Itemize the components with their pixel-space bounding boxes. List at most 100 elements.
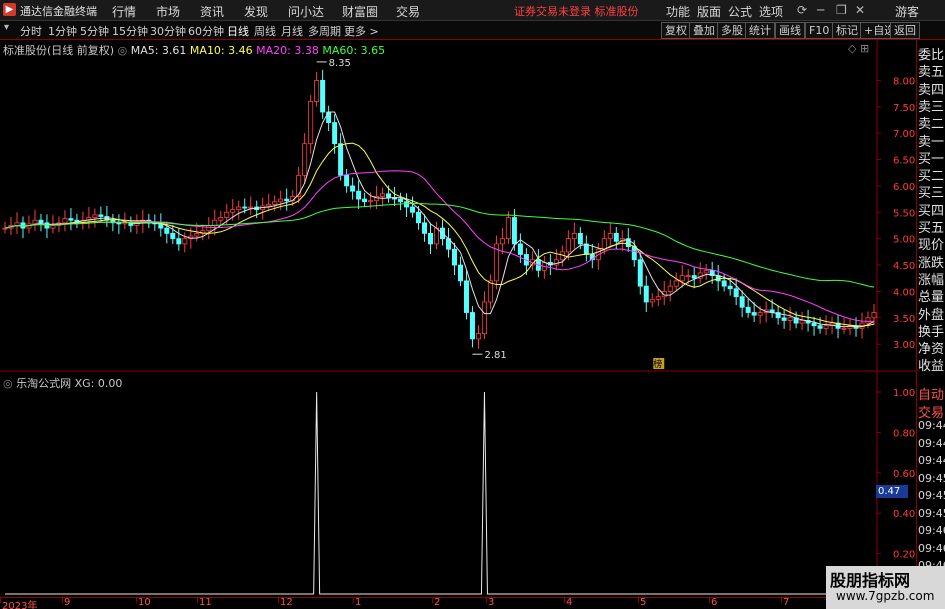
quote-field-label: 外盘 [918, 307, 945, 321]
low-price-label: 2.81 [484, 350, 506, 361]
trade-panel-label[interactable]: 交易 [918, 402, 945, 419]
candle-body [62, 218, 68, 224]
date-label: 3 [488, 597, 495, 608]
duogu-button[interactable]: 多股 [717, 22, 747, 39]
period-more[interactable]: 更多 > [344, 23, 379, 39]
settings-icon[interactable]: ▾ [4, 22, 9, 33]
quote-field-label: 卖三 [918, 99, 945, 113]
back-button[interactable]: 返回 [890, 22, 920, 39]
candle-body [607, 232, 613, 240]
candle-body [320, 79, 326, 113]
tick-time: 09:46 [918, 524, 945, 537]
period-fenshi[interactable]: 分时 [20, 23, 42, 39]
cursor-value-badge: 0.47 [876, 485, 908, 498]
date-tick [136, 597, 137, 603]
period-30min[interactable]: 30分钟 [150, 23, 186, 39]
f10-button[interactable]: F10 [805, 22, 834, 39]
candle-body [314, 79, 320, 102]
menu-shichang[interactable]: 市场 [156, 3, 180, 20]
candle-body [344, 174, 350, 187]
date-label: 9 [64, 597, 71, 608]
refresh-icon[interactable]: ⟳ [797, 3, 807, 17]
menu-zixun[interactable]: 资讯 [200, 3, 224, 20]
candle-body [721, 280, 727, 287]
date-tick [564, 597, 565, 603]
period-5min[interactable]: 5分钟 [80, 23, 109, 39]
biaoji-button[interactable]: 标记 [832, 22, 862, 39]
diejia-button[interactable]: 叠加 [689, 22, 719, 39]
quote-field-label: 换手 [918, 324, 945, 338]
quote-field-label: 买五 [918, 221, 945, 234]
guest-button[interactable]: 游客 [895, 3, 919, 20]
period-weekly[interactable]: 周线 [254, 23, 276, 39]
candle-body [92, 214, 98, 218]
stock-name-label[interactable]: 标准股份(日线 前复权) [3, 44, 114, 57]
candle-body [505, 217, 511, 240]
date-label: 1 [355, 597, 362, 608]
tongji-button[interactable]: 统计 [745, 22, 775, 39]
candle-body [308, 101, 314, 145]
menu-faxian[interactable]: 发现 [244, 3, 268, 20]
trade-login-notice[interactable]: 证券交易未登录 标准股份 [514, 3, 639, 19]
chart-options-icon[interactable]: ◇ ⊞ [848, 42, 869, 55]
candle-body [230, 209, 236, 213]
fuquan-button[interactable]: 复权 [661, 22, 691, 39]
candle-body [757, 312, 763, 316]
period-15min[interactable]: 15分钟 [112, 23, 148, 39]
candle-body [416, 211, 422, 224]
quote-field-label: 收益 [918, 359, 945, 373]
period-1min[interactable]: 1分钟 [48, 23, 77, 39]
date-tick [197, 597, 198, 603]
candle-body [667, 285, 673, 292]
close-icon[interactable]: ✕ [855, 3, 865, 17]
candle-body [44, 222, 50, 229]
period-multi[interactable]: 多周期 [308, 23, 341, 39]
candle-body [248, 206, 254, 209]
sub-indicator-label: 乐淘公式网 XG: 0.00 [16, 377, 123, 390]
watermark-title: 股朋指标网 [830, 571, 911, 590]
menu-banmian[interactable]: 版面 [697, 3, 721, 20]
period-60min[interactable]: 60分钟 [188, 23, 224, 39]
candle-body [787, 317, 793, 321]
sub-ytick-label: 0.40 [893, 509, 915, 520]
candle-body [380, 193, 386, 197]
quote-field-label: 卖四 [918, 82, 945, 96]
candle-body [637, 259, 643, 287]
candle-body [511, 217, 517, 245]
candle-body [410, 206, 416, 213]
xg-indicator-chart[interactable]: 0.20 0.40 0.60 0.80 1.00 [0, 372, 918, 597]
ma60-value: MA60: 3.65 [322, 44, 386, 57]
period-monthly[interactable]: 月线 [281, 23, 303, 39]
date-tick [781, 597, 782, 603]
candle-body [296, 174, 302, 197]
main-ytick-label: 7.50 [893, 103, 915, 114]
menu-gongshi[interactable]: 公式 [728, 3, 752, 20]
ma10-value: MA10: 3.46 [189, 44, 253, 57]
candle-body [817, 325, 823, 329]
date-tick [278, 597, 279, 603]
menu-xuanxiang[interactable]: 选项 [759, 3, 783, 20]
kline-chart[interactable]: 3.00 3.50 4.00 4.50 5.00 5.50 6.00 6.50 7.00 7.50… [0, 40, 918, 372]
menu-jiaoyi[interactable]: 交易 [396, 3, 420, 20]
menu-caifuquan[interactable]: 财富圈 [342, 3, 378, 20]
candle-body [176, 238, 182, 245]
candle-body [613, 232, 619, 242]
menu-wenxiaoda[interactable]: 问小达 [288, 3, 324, 20]
candle-body [224, 211, 230, 218]
candle-body [517, 243, 523, 255]
sub-ytick-label: 1.00 [893, 388, 915, 399]
candle-body [469, 312, 475, 340]
trade-panel-label[interactable]: 自动 [918, 384, 945, 401]
menu-gongneng[interactable]: 功能 [666, 3, 690, 20]
candle-body [350, 185, 356, 192]
date-tick [638, 597, 639, 603]
quote-field-label: 买三 [918, 186, 945, 200]
huaxian-button[interactable]: 画线 [775, 22, 805, 39]
date-label: 6 [711, 597, 718, 608]
menu-hangqing[interactable]: 行情 [112, 3, 136, 20]
minimize-icon[interactable]: ─ [817, 3, 824, 17]
period-daily[interactable]: 日线 [227, 23, 249, 39]
candle-body [434, 227, 440, 245]
restore-icon[interactable]: ❐ [836, 3, 847, 17]
candle-body [649, 298, 655, 303]
